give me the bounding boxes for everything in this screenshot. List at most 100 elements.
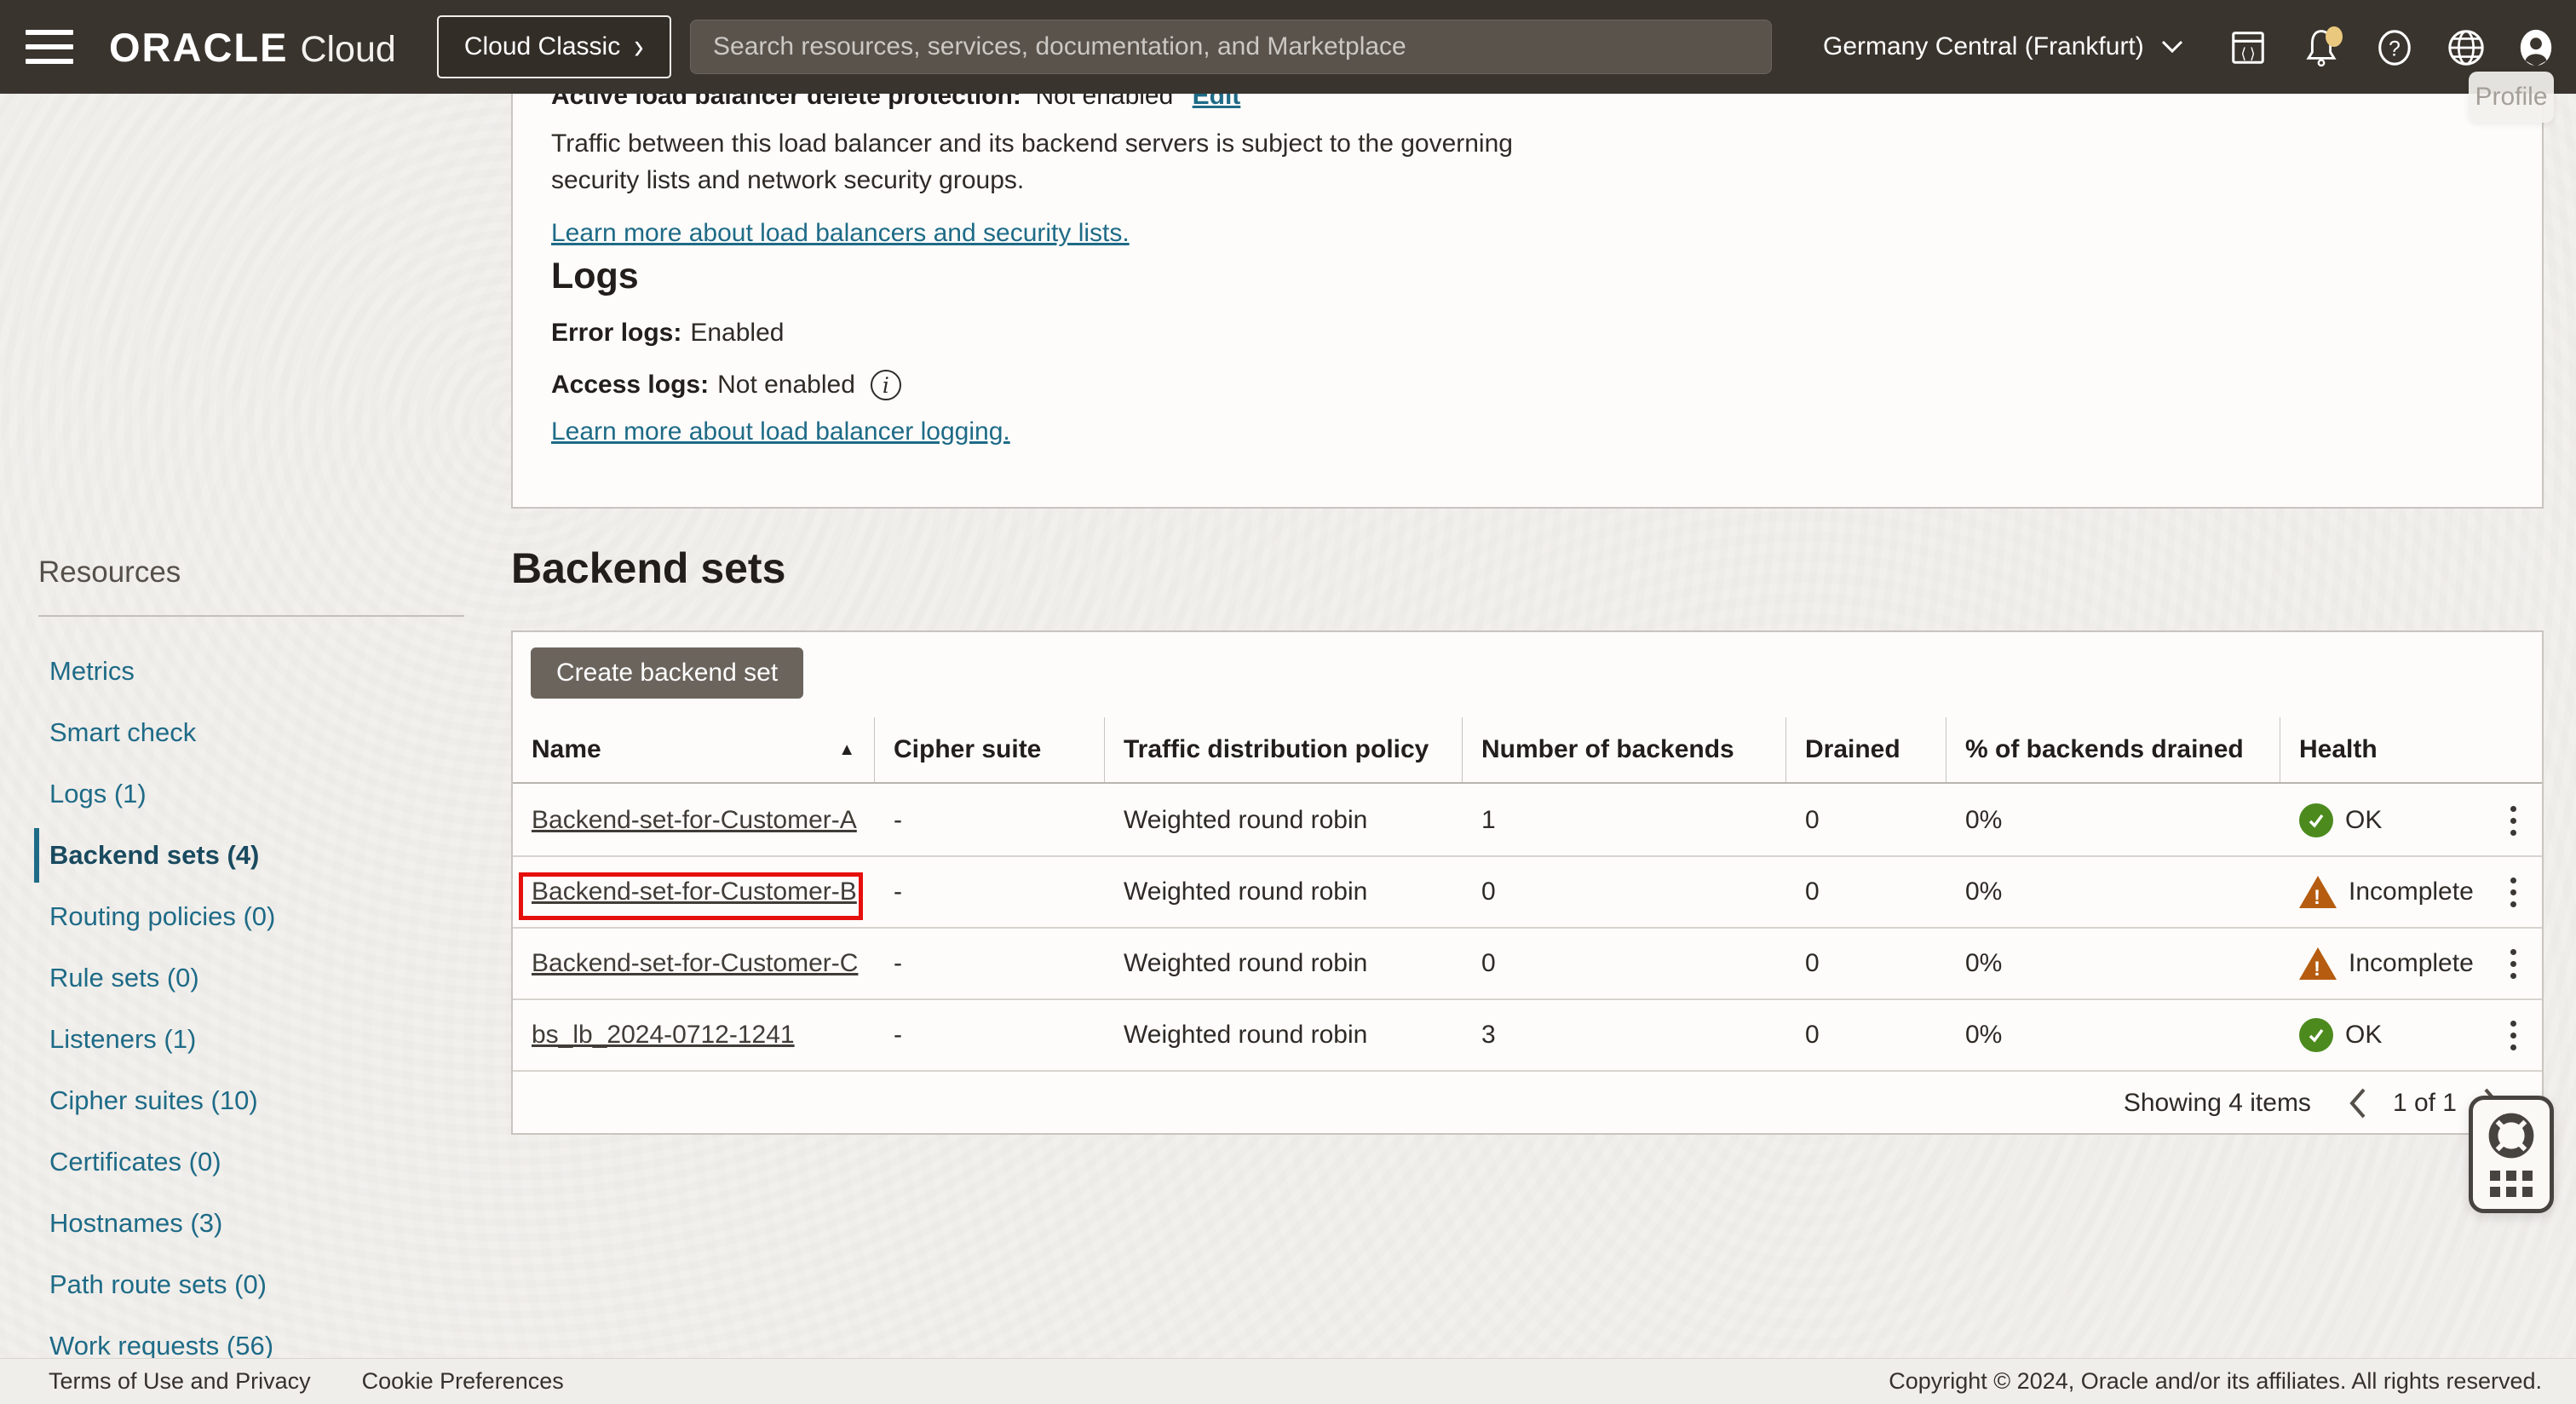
page-footer: Terms of Use and Privacy Cookie Preferen… [0, 1358, 2576, 1404]
drained-value: 0 [1786, 1021, 1946, 1050]
sidebar-item-backend-sets[interactable]: Backend sets (4) [0, 825, 477, 886]
access-logs-label: Access logs: [551, 371, 709, 400]
health-ok-icon [2299, 803, 2333, 837]
sidebar-item-cipher-suites[interactable]: Cipher suites (10) [0, 1070, 477, 1131]
traffic-policy-value: Weighted round robin [1105, 949, 1463, 978]
profile-avatar-icon[interactable] [2516, 28, 2556, 67]
column-header-cipher-suite[interactable]: Cipher suite [875, 717, 1105, 782]
backend-sets-heading: Backend sets [511, 544, 785, 593]
region-selector[interactable]: Germany Central (Frankfurt) [1823, 0, 2185, 94]
drained-value: 0 [1786, 806, 1946, 835]
table-header-row: Name▲ Cipher suite Traffic distribution … [513, 717, 2542, 784]
traffic-policy-value: Weighted round robin [1105, 806, 1463, 835]
cloud-classic-button[interactable]: Cloud Classic › [437, 15, 671, 78]
column-header-pct-backends-drained[interactable]: % of backends drained [1946, 717, 2280, 782]
brand-oracle: ORACLE [109, 24, 288, 71]
drained-pct-value: 0% [1946, 1021, 2280, 1050]
help-icon[interactable]: ? [2375, 28, 2414, 67]
row-actions-kebab-icon[interactable] [2504, 1012, 2523, 1059]
backend-sets-table-card: Create backend set Name▲ Cipher suite Tr… [511, 630, 2544, 1135]
terms-privacy-link[interactable]: Terms of Use and Privacy [49, 1368, 311, 1395]
table-body: Backend-set-for-Customer-A - Weighted ro… [513, 785, 2542, 1072]
globe-language-icon[interactable] [2447, 28, 2486, 67]
previous-page-icon[interactable] [2347, 1086, 2369, 1120]
column-header-health[interactable]: Health [2280, 717, 2542, 782]
column-header-traffic-policy[interactable]: Traffic distribution policy [1105, 717, 1463, 782]
brand-cloud: Cloud [300, 29, 395, 71]
traffic-policy-value: Weighted round robin [1105, 878, 1463, 906]
cipher-suite-value: - [875, 806, 1105, 835]
cipher-suite-value: - [875, 878, 1105, 906]
row-actions-kebab-icon[interactable] [2504, 797, 2523, 844]
cloud-classic-label: Cloud Classic [464, 32, 620, 61]
row-actions-kebab-icon[interactable] [2504, 941, 2523, 987]
sidebar-item-rule-sets[interactable]: Rule sets (0) [0, 947, 477, 1009]
column-header-number-of-backends[interactable]: Number of backends [1463, 717, 1786, 782]
app-grid-icon[interactable] [2490, 1171, 2533, 1197]
error-logs-row: Error logs: Enabled [551, 319, 784, 348]
logs-heading: Logs [551, 256, 639, 297]
sidebar-item-certificates[interactable]: Certificates (0) [0, 1131, 477, 1193]
sidebar-resources-list: Metrics Smart check Logs (1) Backend set… [0, 641, 477, 1377]
search-input[interactable] [690, 20, 1772, 74]
table-row: Backend-set-for-Customer-B - Weighted ro… [513, 857, 2542, 929]
backends-count-value: 1 [1463, 806, 1786, 835]
sort-ascending-icon: ▲ [838, 740, 855, 760]
drained-pct-value: 0% [1946, 949, 2280, 978]
backends-count-value: 0 [1463, 878, 1786, 906]
health-status-label: Incomplete [2349, 878, 2474, 906]
create-backend-set-button[interactable]: Create backend set [531, 647, 803, 699]
resources-heading: Resources [38, 555, 181, 590]
health-ok-icon [2299, 1018, 2333, 1052]
logging-link[interactable]: Learn more about load balancer logging. [551, 417, 1010, 446]
hamburger-menu-icon[interactable] [26, 30, 73, 64]
chevron-down-icon [2159, 38, 2185, 55]
column-header-name[interactable]: Name▲ [513, 717, 875, 782]
profile-tooltip: Profile [2469, 72, 2554, 123]
backend-set-link[interactable]: Backend-set-for-Customer-C [532, 949, 858, 977]
health-warning-icon: ! [2299, 947, 2337, 980]
sidebar-item-hostnames[interactable]: Hostnames (3) [0, 1193, 477, 1254]
row-actions-kebab-icon[interactable] [2504, 869, 2523, 916]
sidebar-divider [38, 615, 464, 617]
drained-pct-value: 0% [1946, 806, 2280, 835]
backends-count-value: 3 [1463, 1021, 1786, 1050]
cipher-suite-value: - [875, 949, 1105, 978]
sidebar-item-metrics[interactable]: Metrics [0, 641, 477, 702]
svg-text:?: ? [2389, 37, 2401, 61]
sidebar-item-logs[interactable]: Logs (1) [0, 763, 477, 825]
notifications-bell-icon[interactable] [2302, 28, 2341, 67]
drained-pct-value: 0% [1946, 878, 2280, 906]
table-footer: Showing 4 items 1 of 1 [513, 1072, 2542, 1135]
drained-value: 0 [1786, 949, 1946, 978]
region-label: Germany Central (Frankfurt) [1823, 32, 2144, 61]
security-lists-link[interactable]: Learn more about load balancers and secu… [551, 219, 1130, 248]
sidebar-item-listeners[interactable]: Listeners (1) [0, 1009, 477, 1070]
info-icon[interactable]: i [871, 370, 901, 400]
svg-text:⟨⟩: ⟨⟩ [2240, 45, 2257, 62]
column-header-drained[interactable]: Drained [1786, 717, 1946, 782]
oracle-cloud-logo[interactable]: ORACLE Cloud [109, 24, 396, 71]
backends-count-value: 0 [1463, 949, 1786, 978]
sidebar-item-path-route-sets[interactable]: Path route sets (0) [0, 1254, 477, 1315]
health-warning-icon: ! [2299, 876, 2337, 908]
drained-value: 0 [1786, 878, 1946, 906]
developer-console-icon[interactable]: ⟨⟩ [2228, 28, 2268, 67]
page-indicator: 1 of 1 [2393, 1089, 2457, 1118]
sidebar-item-smart-check[interactable]: Smart check [0, 702, 477, 763]
support-life-ring-icon[interactable] [2487, 1112, 2535, 1159]
sidebar-item-routing-policies[interactable]: Routing policies (0) [0, 886, 477, 947]
cipher-suite-value: - [875, 1021, 1105, 1050]
health-status-label: OK [2345, 1021, 2382, 1050]
copyright-text: Copyright © 2024, Oracle and/or its affi… [1889, 1368, 2542, 1395]
backend-set-link[interactable]: Backend-set-for-Customer-A [532, 806, 857, 834]
access-logs-row: Access logs: Not enabled i [551, 370, 901, 400]
backend-set-link[interactable]: bs_lb_2024-0712-1241 [532, 1021, 795, 1049]
cookie-preferences-link[interactable]: Cookie Preferences [362, 1368, 564, 1395]
health-status-label: Incomplete [2349, 949, 2474, 978]
showing-items-text: Showing 4 items [2124, 1089, 2311, 1118]
chevron-right-icon: › [634, 26, 643, 68]
floating-assistant-widget [2469, 1096, 2554, 1213]
backend-set-link[interactable]: Backend-set-for-Customer-B [532, 878, 857, 906]
top-navigation-bar: ORACLE Cloud Cloud Classic › Germany Cen… [0, 0, 2576, 94]
